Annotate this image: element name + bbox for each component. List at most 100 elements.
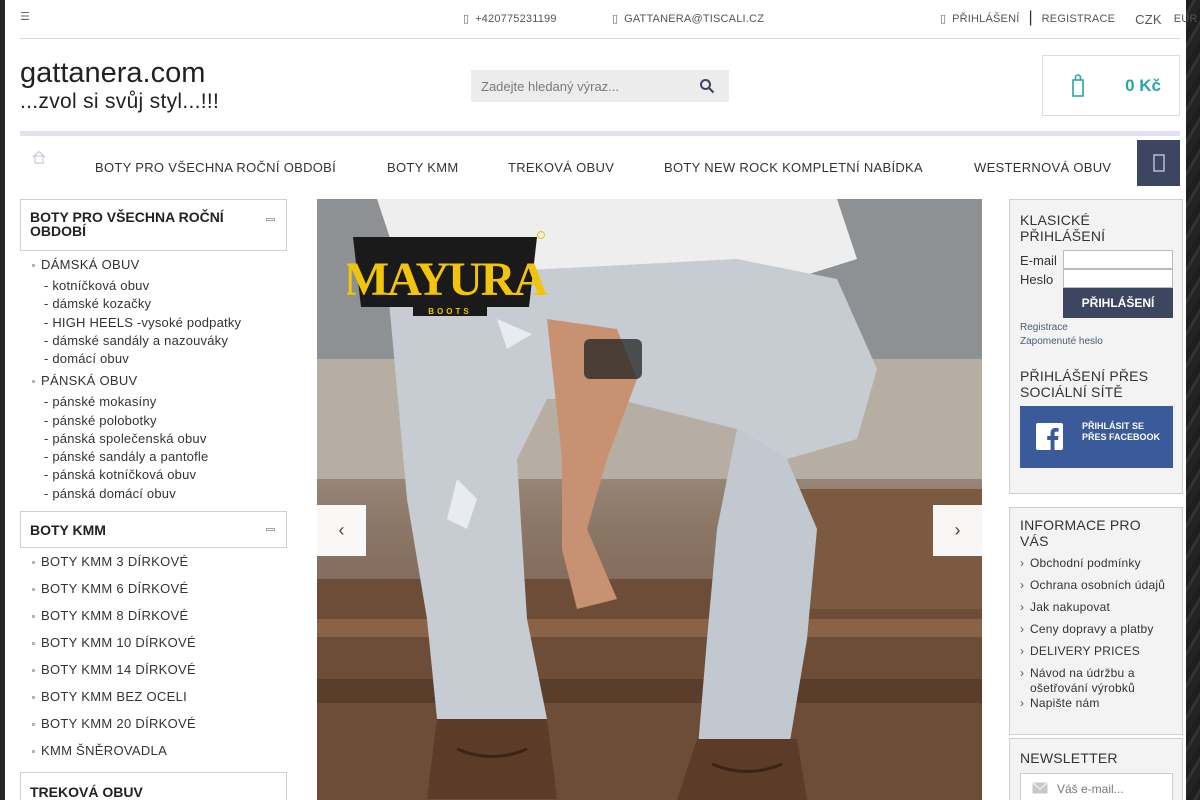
login-link[interactable]: PŘIHLÁŠENÍ xyxy=(952,13,1019,25)
subcategory-item[interactable]: - kotníčková obuv xyxy=(44,278,149,293)
category-item[interactable]: BOTY KMM 14 DÍRKOVÉ xyxy=(41,662,196,677)
info-link-delivery[interactable]: DELIVERY PRICES xyxy=(1030,644,1140,658)
info-link-privacy[interactable]: Ochrana osobních údajů xyxy=(1030,578,1165,592)
info-link-terms[interactable]: Obchodní podmínky xyxy=(1030,556,1141,570)
subcategory-item[interactable]: - pánské polobotky xyxy=(44,413,157,428)
newsletter-title: NEWSLETTER xyxy=(1020,750,1118,766)
account-links: ▯ PŘIHLÁŠENÍ | REGISTRACE CZK EUR xyxy=(940,9,1198,28)
subcategory-item[interactable]: - dámské sandály a nazouváky xyxy=(44,333,228,348)
login-submit-button[interactable]: PŘIHLÁŠENÍ xyxy=(1063,288,1173,318)
email-address[interactable]: GATTANERA@TISCALI.CZ xyxy=(624,13,764,25)
page: ☰ ▯ +420775231199 ▯ GATTANERA@TISCALI.CZ… xyxy=(5,0,1197,800)
nav-item-all-seasons[interactable]: BOTY PRO VŠECHNA ROČNÍ OBDOBÍ xyxy=(95,160,336,175)
info-link-care[interactable]: Návod na údržbu a ošetřování výrobků xyxy=(1030,666,1160,696)
cart-widget[interactable]: 0 Kč xyxy=(1042,55,1180,116)
main-navigation: BOTY PRO VŠECHNA ROČNÍ OBDOBÍ BOTY KMM T… xyxy=(20,131,1180,186)
cart-icon xyxy=(1072,74,1084,97)
chevron-right-icon: › xyxy=(1020,622,1024,636)
separator: | xyxy=(1028,9,1033,26)
facebook-login-label: PŘIHLÁSIT SE PŘES FACEBOOK xyxy=(1082,421,1161,442)
top-bar: ☰ ▯ +420775231199 ▯ GATTANERA@TISCALI.CZ… xyxy=(20,0,1197,39)
category-item[interactable]: BOTY KMM 8 DÍRKOVÉ xyxy=(41,608,188,623)
newsletter-placeholder: Váš e-mail... xyxy=(1057,782,1124,796)
phone-number[interactable]: +420775231199 xyxy=(475,13,557,25)
email-field[interactable] xyxy=(1063,250,1173,269)
subcategory-item[interactable]: - pánská domácí obuv xyxy=(44,486,176,501)
home-icon[interactable] xyxy=(32,150,46,164)
register-link[interactable]: REGISTRACE xyxy=(1042,13,1116,25)
phone-contact[interactable]: ▯ +420775231199 xyxy=(463,13,557,25)
subcategory-item[interactable]: - pánské mokasíny xyxy=(44,394,157,409)
currency-eur[interactable]: EUR xyxy=(1174,13,1198,25)
subcategory-item[interactable]: - pánská kotníčková obuv xyxy=(44,467,196,482)
chevron-right-icon: › xyxy=(1020,578,1024,592)
chevron-right-icon: › xyxy=(954,520,961,540)
bullet-icon xyxy=(32,588,35,591)
category-item[interactable]: BOTY KMM 6 DÍRKOVÉ xyxy=(41,581,188,596)
bullet-icon xyxy=(32,750,35,753)
category-header-all-seasons[interactable]: BOTY PRO VŠECHNA ROČNÍ OBDOBÍ xyxy=(20,199,287,251)
newsletter-input[interactable]: Váš e-mail... xyxy=(1020,773,1173,800)
info-link-shipping[interactable]: Ceny dopravy a platby xyxy=(1030,622,1154,636)
subcategory-item[interactable]: - dámské kozačky xyxy=(44,296,151,311)
collapse-icon[interactable] xyxy=(266,528,275,531)
carousel-prev-button[interactable]: ‹ xyxy=(317,505,366,556)
subcategory-item[interactable]: - domácí obuv xyxy=(44,351,129,366)
category-item[interactable]: BOTY KMM 20 DÍRKOVÉ xyxy=(41,716,196,731)
chevron-right-icon: › xyxy=(1020,556,1024,570)
hero-banner[interactable]: MAYURA BOOTS ‹ › xyxy=(317,199,982,800)
category-title: BOTY PRO VŠECHNA ROČNÍ OBDOBÍ xyxy=(30,209,224,239)
nav-item-new-rock[interactable]: BOTY NEW ROCK KOMPLETNÍ NABÍDKA xyxy=(664,160,923,175)
category-item-mens[interactable]: PÁNSKÁ OBUV xyxy=(41,373,138,388)
menu-button[interactable] xyxy=(1137,140,1180,186)
nav-item-trekking[interactable]: TREKOVÁ OBUV xyxy=(508,160,614,175)
chevron-left-icon: ‹ xyxy=(338,520,345,540)
logo-text: MAYURA xyxy=(347,253,547,306)
carousel-next-button[interactable]: › xyxy=(933,505,982,556)
subcategory-item[interactable]: - pánské sandály a pantofle xyxy=(44,449,208,464)
password-label: Heslo xyxy=(1020,272,1054,287)
info-link-how-to-buy[interactable]: Jak nakupovat xyxy=(1030,600,1110,614)
mayura-logo: MAYURA BOOTS xyxy=(347,231,547,316)
category-item[interactable]: BOTY KMM BEZ OCELI xyxy=(41,689,187,704)
subcategory-item[interactable]: - HIGH HEELS -vysoké podpatky xyxy=(44,315,241,330)
category-header-kmm[interactable]: BOTY KMM xyxy=(20,511,287,548)
mail-icon: ▯ xyxy=(612,12,619,25)
search-icon[interactable] xyxy=(699,78,715,94)
register-link[interactable]: Registrace xyxy=(1020,322,1068,333)
search-input[interactable] xyxy=(471,78,681,94)
category-title: TREKOVÁ OBUV xyxy=(30,784,143,800)
currency-czk[interactable]: CZK xyxy=(1135,12,1162,27)
facebook-login-button[interactable]: PŘIHLÁSIT SE PŘES FACEBOOK xyxy=(1020,406,1173,468)
nav-item-western[interactable]: WESTERNOVÁ OBUV xyxy=(974,160,1111,175)
bullet-icon xyxy=(32,669,35,672)
bullet-icon xyxy=(32,615,35,618)
category-header-trekking[interactable]: TREKOVÁ OBUV xyxy=(20,772,287,800)
category-item-womens[interactable]: DÁMSKÁ OBUV xyxy=(41,257,140,272)
category-item[interactable]: KMM ŠNĚROVADLA xyxy=(41,743,167,758)
category-item[interactable]: BOTY KMM 10 DÍRKOVÉ xyxy=(41,635,196,650)
envelope-icon xyxy=(1032,782,1048,794)
subcategory-item[interactable]: - pánská společenská obuv xyxy=(44,431,207,446)
collapse-icon[interactable] xyxy=(266,218,275,221)
chevron-right-icon: › xyxy=(1020,644,1024,658)
email-contact[interactable]: ▯ GATTANERA@TISCALI.CZ xyxy=(612,13,764,25)
nav-item-kmm[interactable]: BOTY KMM xyxy=(387,160,459,175)
info-box: INFORMACE PRO VÁS › Obchodní podmínky › … xyxy=(1009,507,1183,735)
cart-total: 0 Kč xyxy=(1125,76,1161,95)
forgot-password-link[interactable]: Zapomenuté heslo xyxy=(1020,336,1103,347)
category-item[interactable]: BOTY KMM 3 DÍRKOVÉ xyxy=(41,554,188,569)
info-title: INFORMACE PRO VÁS xyxy=(1020,517,1141,549)
page-background-right xyxy=(1186,0,1200,800)
chevron-right-icon: › xyxy=(1020,696,1024,710)
site-title[interactable]: gattanera.com xyxy=(20,58,205,88)
hamburger-icon[interactable]: ☰ xyxy=(20,12,30,23)
bullet-icon xyxy=(32,696,35,699)
password-field[interactable] xyxy=(1063,269,1173,288)
newsletter-box: NEWSLETTER Váš e-mail... xyxy=(1009,738,1183,800)
bullet-icon xyxy=(32,723,35,726)
search-bar xyxy=(471,70,729,102)
bullet-icon xyxy=(32,642,35,645)
menu-icon xyxy=(1152,154,1165,172)
info-link-contact[interactable]: Napište nám xyxy=(1030,696,1100,710)
